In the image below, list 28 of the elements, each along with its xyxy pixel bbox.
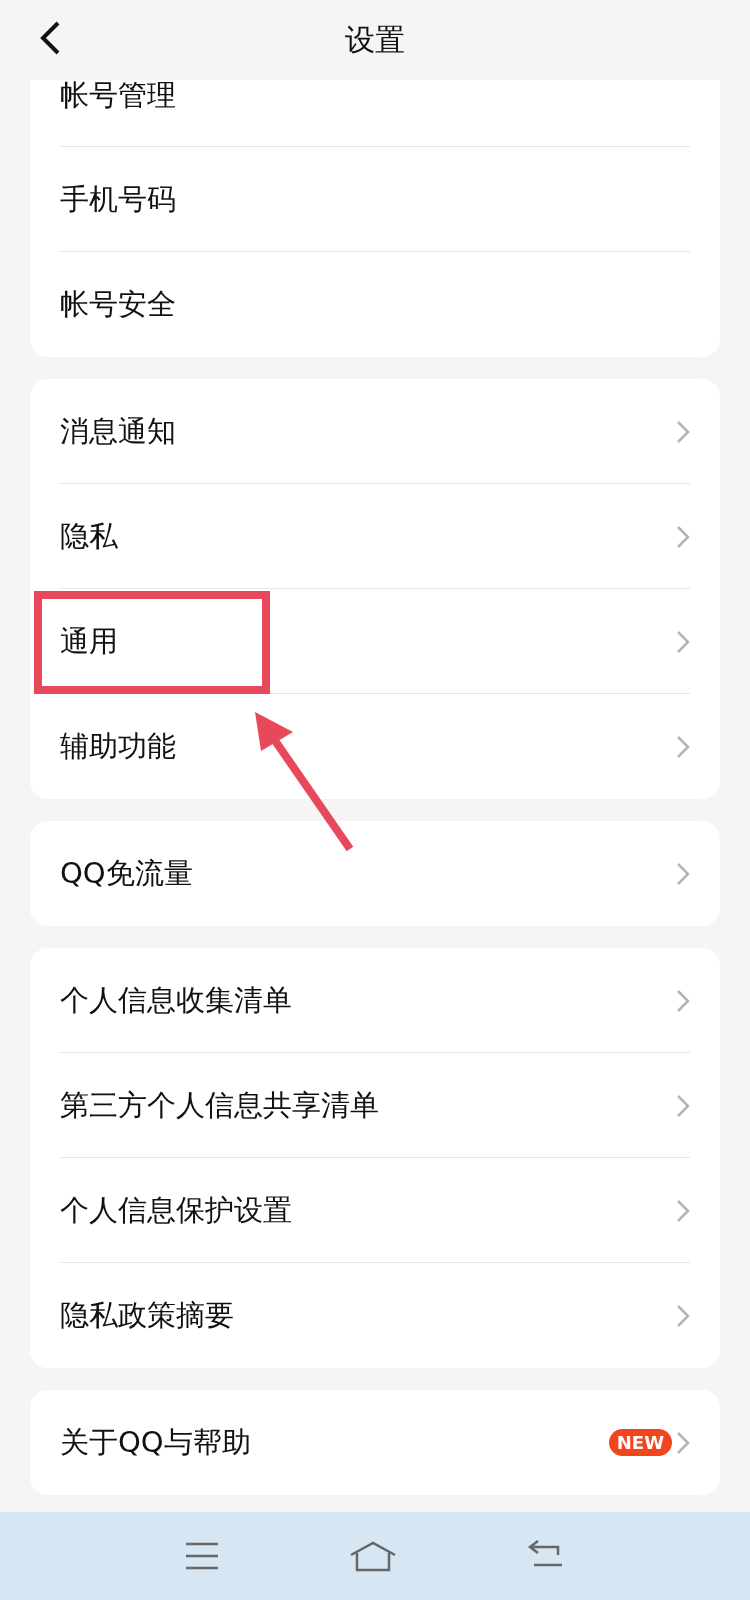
chevron-icon: [676, 1303, 690, 1328]
chevron-icon: [676, 861, 690, 886]
settings-item[interactable]: 手机号码: [30, 147, 720, 252]
chevron-icon: [676, 1430, 690, 1455]
chevron-icon: [676, 524, 690, 549]
settings-item[interactable]: 辅助功能: [30, 694, 720, 799]
menu-icon[interactable]: [184, 1541, 220, 1571]
chevron-icon: [676, 1198, 690, 1223]
settings-item[interactable]: 隐私: [30, 484, 720, 589]
settings-item[interactable]: 关于QQ与帮助 NEW: [30, 1390, 720, 1495]
chevron-icon: [676, 988, 690, 1013]
settings-item[interactable]: 消息通知: [30, 379, 720, 484]
settings-item[interactable]: 隐私政策摘要: [30, 1263, 720, 1368]
chevron-icon: [676, 629, 690, 654]
settings-item[interactable]: QQ免流量: [30, 821, 720, 926]
settings-item[interactable]: 通用: [30, 589, 720, 694]
settings-item[interactable]: 第三方个人信息共享清单: [30, 1053, 720, 1158]
chevron-icon: [676, 734, 690, 759]
settings-item[interactable]: 帐号安全: [30, 252, 720, 357]
back-icon[interactable]: [38, 20, 62, 56]
home-icon[interactable]: [348, 1540, 398, 1572]
settings-item[interactable]: 个人信息收集清单: [30, 948, 720, 1053]
chevron-icon: [676, 1093, 690, 1118]
chevron-icon: [676, 419, 690, 444]
new-badge: NEW: [608, 1428, 672, 1457]
settings-item[interactable]: 个人信息保护设置: [30, 1158, 720, 1263]
settings-item[interactable]: 帐号管理: [30, 80, 720, 147]
page-title: 设置: [345, 20, 405, 59]
